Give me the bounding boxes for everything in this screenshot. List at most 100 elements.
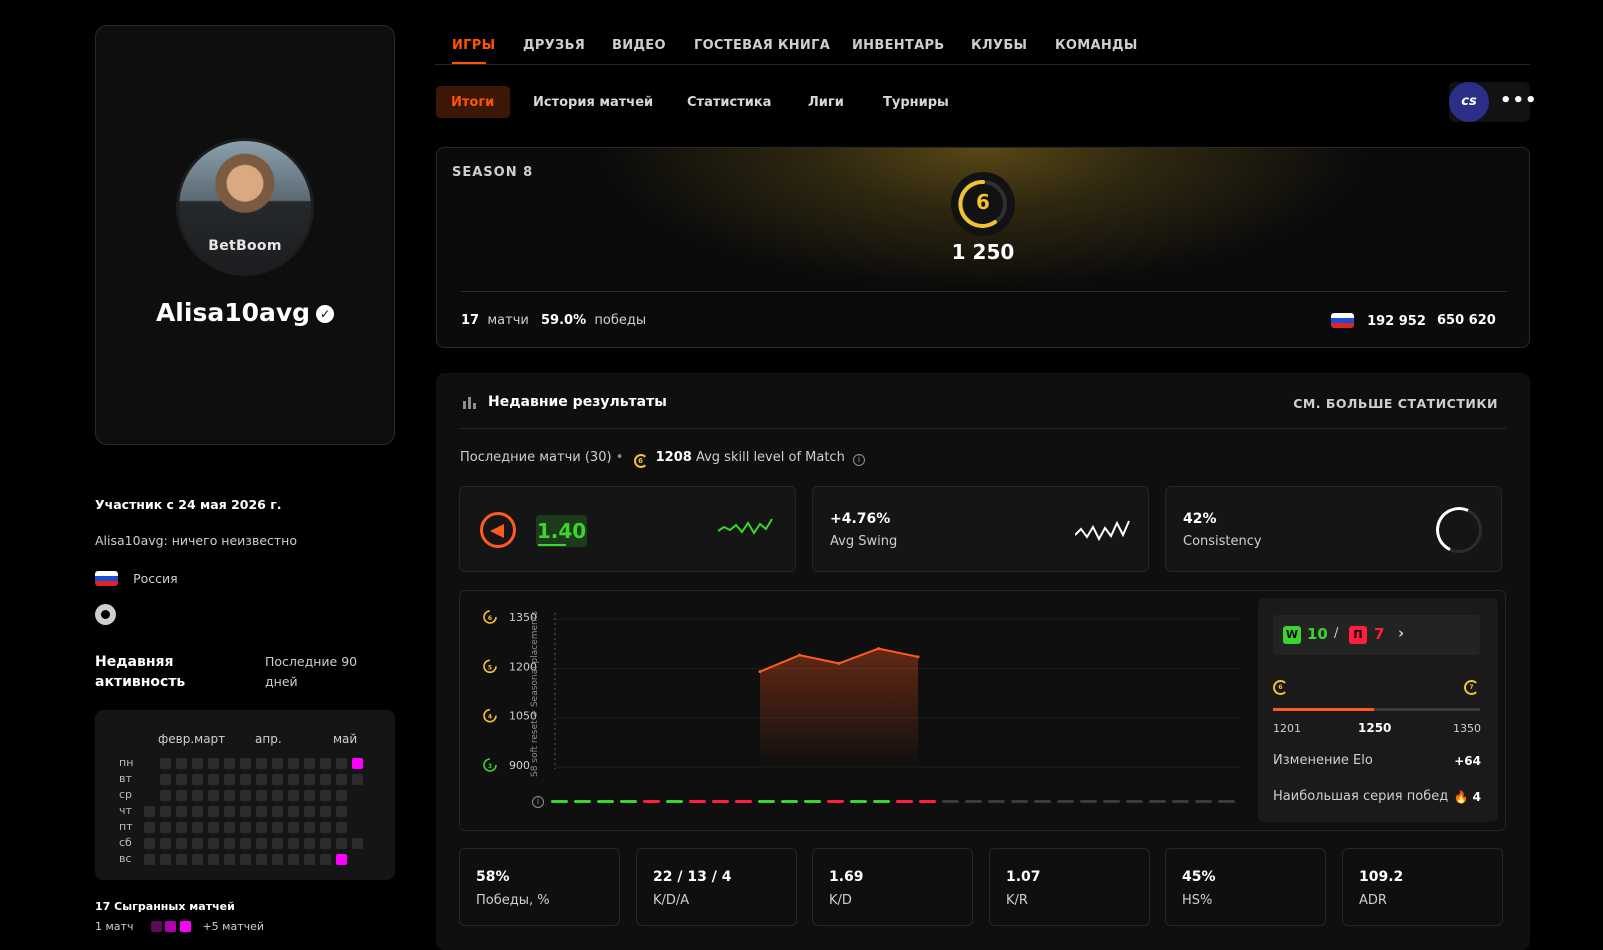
activity-cell[interactable] [192,774,203,785]
activity-cell[interactable] [352,774,363,785]
match-result-marker[interactable] [850,800,867,803]
activity-cell[interactable] [144,806,155,817]
activity-cell[interactable] [288,854,299,865]
activity-cell[interactable] [208,838,219,849]
match-result-marker[interactable] [1149,800,1166,803]
activity-cell[interactable] [272,790,283,801]
activity-cell[interactable] [224,854,235,865]
match-result-marker[interactable] [896,800,913,803]
chevron-right-icon[interactable]: › [1398,624,1404,642]
activity-cell[interactable] [224,774,235,785]
activity-cell[interactable] [160,774,171,785]
activity-cell[interactable] [144,838,155,849]
tab-teams[interactable]: КОМАНДЫ [1055,38,1138,53]
activity-cell[interactable] [160,790,171,801]
country-rank[interactable]: 192 952 [1331,310,1426,329]
activity-cell[interactable] [272,838,283,849]
activity-cell[interactable] [272,854,283,865]
activity-cell[interactable] [176,790,187,801]
activity-cell[interactable] [240,806,251,817]
activity-cell[interactable] [256,854,267,865]
avatar[interactable]: BetBoom [176,138,314,276]
activity-cell[interactable] [160,838,171,849]
match-result-marker[interactable] [1172,800,1189,803]
activity-cell[interactable] [224,822,235,833]
activity-cell[interactable] [288,806,299,817]
subtab-leagues[interactable]: Лиги [808,95,844,110]
activity-cell[interactable] [192,790,203,801]
activity-cell[interactable] [272,806,283,817]
activity-cell[interactable] [304,790,315,801]
activity-cell[interactable] [208,790,219,801]
activity-cell[interactable] [176,838,187,849]
tab-guestbook[interactable]: ГОСТЕВАЯ КНИГА [694,38,830,53]
global-rank-value[interactable]: 650 620 [1437,313,1496,328]
match-result-marker[interactable] [1011,800,1028,803]
activity-cell[interactable] [240,822,251,833]
activity-cell[interactable] [320,774,331,785]
win-loss-summary[interactable]: W 10 / П 7 › [1273,615,1480,655]
activity-cell[interactable] [256,822,267,833]
activity-cell[interactable] [304,806,315,817]
match-result-marker[interactable] [758,800,775,803]
activity-cell[interactable] [320,854,331,865]
activity-cell[interactable] [272,774,283,785]
activity-cell[interactable] [160,758,171,769]
activity-cell[interactable] [176,758,187,769]
match-result-marker[interactable] [1057,800,1074,803]
activity-cell[interactable] [320,838,331,849]
match-result-marker[interactable] [873,800,890,803]
activity-cell[interactable] [320,790,331,801]
match-result-marker[interactable] [988,800,1005,803]
tab-games[interactable]: ИГРЫ [452,38,495,53]
activity-cell[interactable] [304,854,315,865]
activity-cell[interactable] [176,806,187,817]
tab-friends[interactable]: ДРУЗЬЯ [523,38,585,53]
activity-cell[interactable] [240,854,251,865]
activity-cell[interactable] [192,822,203,833]
match-result-marker[interactable] [689,800,706,803]
activity-cell[interactable] [160,806,171,817]
activity-cell[interactable] [288,790,299,801]
activity-cell[interactable] [352,758,363,769]
activity-cell[interactable] [288,758,299,769]
activity-cell[interactable] [176,774,187,785]
activity-cell[interactable] [192,806,203,817]
activity-cell[interactable] [144,822,155,833]
activity-cell[interactable] [208,774,219,785]
activity-cell[interactable] [176,854,187,865]
activity-cell[interactable] [256,838,267,849]
activity-cell[interactable] [208,806,219,817]
info-icon[interactable]: i [532,796,544,808]
activity-cell[interactable] [160,822,171,833]
cs-game-icon[interactable]: cs [1449,82,1489,122]
activity-cell[interactable] [352,838,363,849]
activity-cell[interactable] [224,790,235,801]
activity-cell[interactable] [288,774,299,785]
activity-cell[interactable] [336,774,347,785]
match-result-marker[interactable] [919,800,936,803]
activity-cell[interactable] [192,854,203,865]
match-result-marker[interactable] [804,800,821,803]
activity-cell[interactable] [240,790,251,801]
activity-cell[interactable] [272,822,283,833]
match-result-marker[interactable] [735,800,752,803]
activity-cell[interactable] [208,822,219,833]
match-result-marker[interactable] [1195,800,1212,803]
match-result-marker[interactable] [597,800,614,803]
activity-cell[interactable] [288,822,299,833]
activity-cell[interactable] [192,838,203,849]
activity-cell[interactable] [336,758,347,769]
subtab-match-history[interactable]: История матчей [533,95,653,110]
activity-cell[interactable] [224,758,235,769]
activity-cell[interactable] [336,806,347,817]
match-result-marker[interactable] [712,800,729,803]
activity-cell[interactable] [272,758,283,769]
activity-cell[interactable] [144,854,155,865]
activity-cell[interactable] [336,790,347,801]
activity-cell[interactable] [304,758,315,769]
match-result-marker[interactable] [1103,800,1120,803]
subtab-statistics[interactable]: Статистика [687,95,771,110]
see-more-stats-link[interactable]: СМ. БОЛЬШЕ СТАТИСТИКИ [1293,396,1498,411]
activity-cell[interactable] [208,854,219,865]
